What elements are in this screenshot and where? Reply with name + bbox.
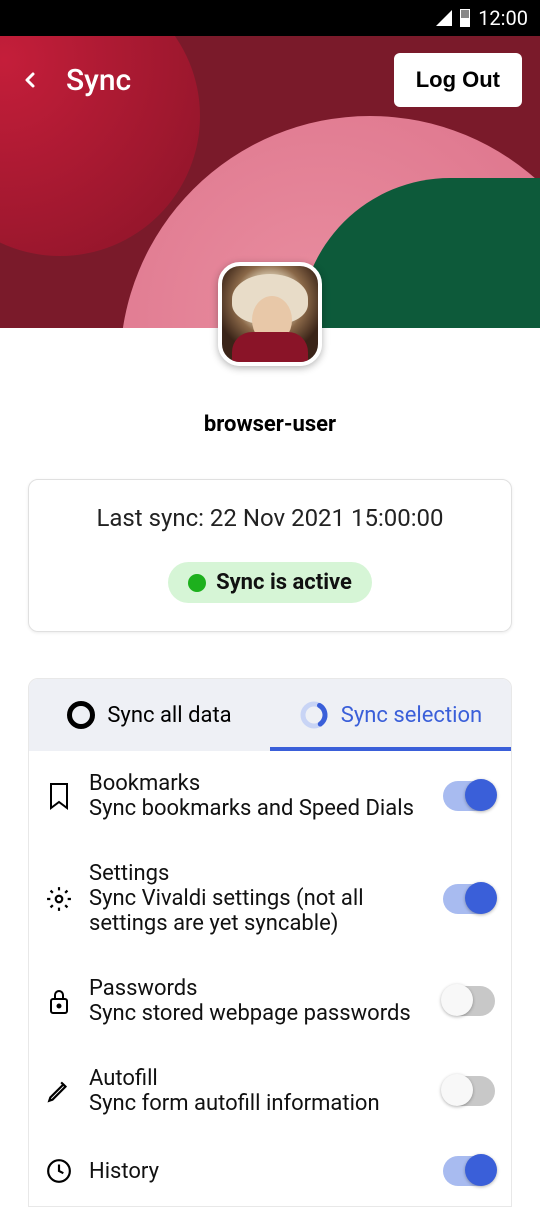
clock-icon — [45, 1158, 73, 1184]
circle-full-icon — [67, 701, 95, 729]
item-title: Passwords — [89, 976, 427, 1001]
page-title: Sync — [66, 63, 394, 98]
back-icon[interactable] — [18, 68, 42, 92]
tab-label: Sync selection — [341, 703, 482, 728]
item-title: Autofill — [89, 1066, 427, 1091]
pencil-icon — [45, 1078, 73, 1104]
sync-status-card: Last sync: 22 Nov 2021 15:00:00 Sync is … — [28, 479, 512, 632]
sync-items-list: Bookmarks Sync bookmarks and Speed Dials… — [29, 751, 511, 1206]
tab-sync-all[interactable]: Sync all data — [29, 679, 270, 751]
list-item-settings[interactable]: Settings Sync Vivaldi settings (not all … — [29, 841, 511, 956]
battery-icon — [460, 9, 470, 27]
username-label: browser-user — [0, 412, 540, 437]
tab-label: Sync all data — [107, 703, 231, 728]
list-item-bookmarks[interactable]: Bookmarks Sync bookmarks and Speed Dials — [29, 751, 511, 841]
sync-options-panel: Sync all data Sync selection Bookmarks S… — [28, 678, 512, 1207]
sync-active-badge: Sync is active — [168, 562, 372, 603]
toggle-autofill[interactable] — [443, 1076, 495, 1106]
status-time: 12:00 — [478, 6, 528, 30]
list-item-autofill[interactable]: Autofill Sync form autofill information — [29, 1046, 511, 1136]
logout-button[interactable]: Log Out — [394, 53, 522, 107]
item-subtitle: Sync form autofill information — [89, 1091, 427, 1116]
bookmark-icon — [45, 782, 73, 810]
list-item-passwords[interactable]: Passwords Sync stored webpage passwords — [29, 956, 511, 1046]
item-subtitle: Sync bookmarks and Speed Dials — [89, 796, 427, 821]
circle-partial-icon — [299, 700, 329, 730]
list-item-history[interactable]: History — [29, 1136, 511, 1206]
sync-mode-tabs: Sync all data Sync selection — [29, 679, 511, 751]
lock-icon — [45, 987, 73, 1015]
toggle-passwords[interactable] — [443, 986, 495, 1016]
last-sync-text: Last sync: 22 Nov 2021 15:00:00 — [47, 504, 493, 532]
item-title: Bookmarks — [89, 771, 427, 796]
item-subtitle: Sync stored webpage passwords — [89, 1001, 427, 1026]
item-title: History — [89, 1159, 427, 1184]
toggle-bookmarks[interactable] — [443, 781, 495, 811]
status-dot-icon — [188, 574, 206, 592]
gear-icon — [45, 886, 73, 912]
toggle-history[interactable] — [443, 1156, 495, 1186]
toggle-settings[interactable] — [443, 884, 495, 914]
item-subtitle: Sync Vivaldi settings (not all settings … — [89, 886, 427, 936]
item-title: Settings — [89, 861, 427, 886]
tab-sync-selection[interactable]: Sync selection — [270, 679, 511, 751]
avatar[interactable] — [218, 262, 322, 366]
signal-icon — [436, 10, 452, 26]
sync-active-label: Sync is active — [216, 570, 352, 595]
status-bar: 12:00 — [0, 0, 540, 36]
